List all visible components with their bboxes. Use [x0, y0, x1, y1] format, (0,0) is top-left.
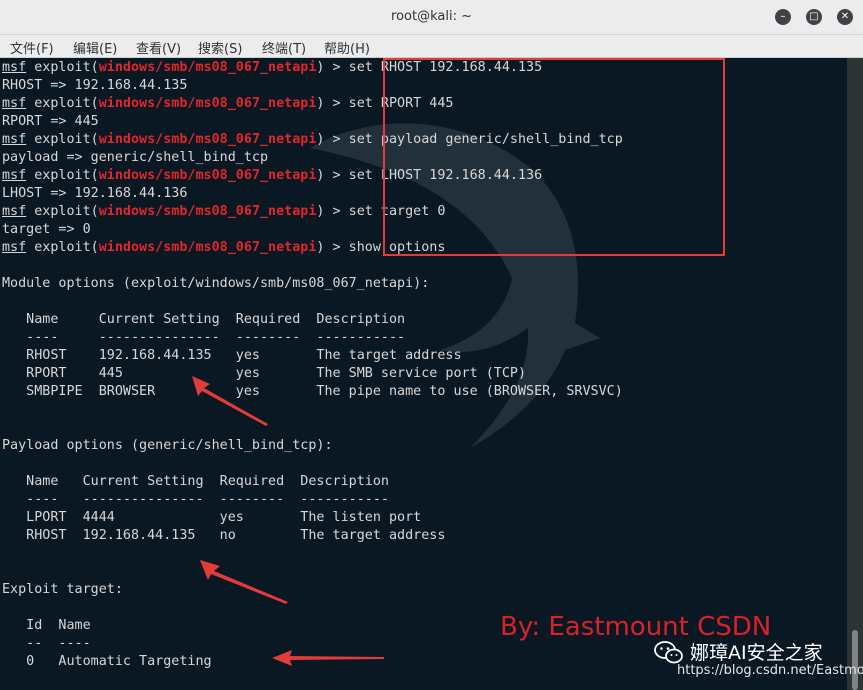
prompt-app: msf	[2, 240, 27, 255]
prompt-end: ) >	[316, 204, 349, 219]
output-line: ---- --------------- -------- ----------…	[2, 492, 389, 507]
prompt-module: windows/smb/ms08_067_netapi	[98, 240, 317, 255]
prompt-end: ) >	[316, 60, 349, 75]
scrollbar[interactable]	[847, 58, 863, 690]
arrow-annotation-target	[272, 650, 384, 666]
output-line: SMBPIPE BROWSER yes The pipe name to use…	[2, 384, 623, 399]
output-line: RPORT 445 yes The SMB service port (TCP)	[2, 366, 527, 381]
prompt-end: ) >	[316, 96, 349, 111]
prompt-module: windows/smb/ms08_067_netapi	[98, 168, 317, 183]
minimize-icon[interactable]: –	[775, 9, 791, 25]
output-line: Payload options (generic/shell_bind_tcp)…	[2, 438, 333, 453]
prompt-app: msf	[2, 168, 27, 183]
title-bar: root@kali: ~ – □ ✕	[0, 0, 863, 35]
output-line: Exploit target:	[2, 582, 123, 597]
output-line: RHOST 192.168.44.135 no The target addre…	[2, 528, 446, 543]
prompt-module: windows/smb/ms08_067_netapi	[98, 96, 317, 111]
scrollbar-thumb[interactable]	[852, 630, 858, 690]
prompt-module: windows/smb/ms08_067_netapi	[98, 132, 317, 147]
menu-bar: 文件(F) 编辑(E) 查看(V) 搜索(S) 终端(T) 帮助(H)	[0, 35, 863, 58]
menu-terminal[interactable]: 终端(T)	[262, 38, 306, 57]
output-line: Module options (exploit/windows/smb/ms08…	[2, 276, 430, 291]
menu-help[interactable]: 帮助(H)	[324, 38, 370, 57]
prompt-end: ) >	[316, 168, 349, 183]
prompt-app: msf	[2, 60, 27, 75]
arrow-annotation-payload	[200, 560, 288, 604]
window-title: root@kali: ~	[391, 9, 472, 24]
close-icon[interactable]: ✕	[837, 9, 853, 25]
prompt-word: exploit(	[26, 204, 99, 219]
prompt-end: ) >	[316, 132, 349, 147]
output-line: Name Current Setting Required Descriptio…	[2, 474, 389, 489]
prompt-module: windows/smb/ms08_067_netapi	[98, 204, 317, 219]
watermark-url: https://blog.csdn.net/Eastmount	[677, 663, 863, 678]
prompt-word: exploit(	[26, 60, 99, 75]
prompt-app: msf	[2, 204, 27, 219]
menu-file[interactable]: 文件(F)	[10, 38, 54, 57]
prompt-word: exploit(	[26, 96, 99, 111]
watermark-name: 娜璋AI安全之家	[690, 642, 823, 664]
menu-view[interactable]: 查看(V)	[136, 38, 181, 57]
highlight-box	[383, 58, 725, 256]
maximize-icon[interactable]: □	[806, 9, 822, 25]
arrow-annotation-module	[192, 376, 268, 426]
prompt-app: msf	[2, 132, 27, 147]
prompt-module: windows/smb/ms08_067_netapi	[98, 60, 317, 75]
prompt-word: exploit(	[26, 240, 99, 255]
prompt-word: exploit(	[26, 168, 99, 183]
output-line: ---- --------------- -------- ----------…	[2, 330, 406, 345]
output-line: LPORT 4444 yes The listen port	[2, 510, 422, 525]
menu-edit[interactable]: 编辑(E)	[73, 38, 117, 57]
menu-search[interactable]: 搜索(S)	[198, 38, 242, 57]
prompt-word: exploit(	[26, 132, 99, 147]
prompt-end: ) >	[316, 240, 349, 255]
prompt-app: msf	[2, 96, 27, 111]
output-line: RHOST 192.168.44.135 yes The target addr…	[2, 348, 462, 363]
output-line: Name Current Setting Required Descriptio…	[2, 312, 406, 327]
